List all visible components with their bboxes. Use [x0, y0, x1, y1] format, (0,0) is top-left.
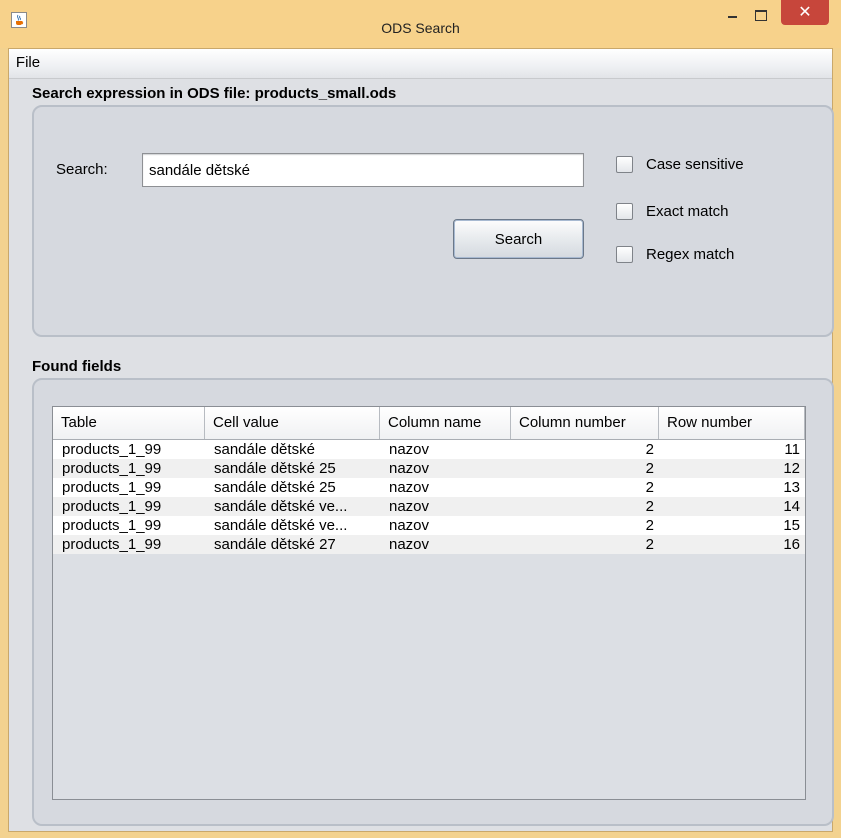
cell-row-number: 12	[783, 460, 800, 477]
cell-column-name: nazov	[389, 460, 430, 477]
maximize-icon	[755, 10, 767, 21]
menu-file[interactable]: File	[9, 49, 47, 77]
search-section-title: Search expression in ODS file: products_…	[32, 85, 397, 102]
cell-row-number: 15	[783, 517, 800, 534]
search-label: Search:	[56, 161, 108, 178]
menu-bar: File	[9, 49, 832, 79]
maximize-button[interactable]	[748, 0, 774, 30]
cell-column-number: 2	[645, 536, 654, 553]
table-row[interactable]: products_1_99 sandále dětské 27 nazov 2 …	[53, 535, 805, 554]
column-header-cell-value[interactable]: Cell value	[205, 407, 380, 439]
column-header-row-number[interactable]: Row number	[659, 407, 805, 439]
cell-row-number: 13	[783, 479, 800, 496]
cell-row-number: 11	[784, 441, 800, 458]
cell-value: sandále dětské 25	[214, 460, 336, 477]
cell-column-name: nazov	[389, 536, 430, 553]
case-sensitive-label: Case sensitive	[646, 156, 744, 173]
cell-value: sandále dětské ve...	[214, 498, 348, 515]
column-header-column-name[interactable]: Column name	[380, 407, 511, 439]
cell-value: sandále dětské 27	[214, 536, 336, 553]
cell-table: products_1_99	[62, 536, 162, 553]
minimize-button[interactable]	[719, 0, 745, 30]
window-title: ODS Search	[381, 20, 460, 36]
cell-table: products_1_99	[62, 498, 162, 515]
checkbox-box[interactable]	[616, 203, 633, 220]
search-input[interactable]	[142, 153, 584, 187]
search-button[interactable]: Search	[453, 219, 584, 259]
cell-value: sandále dětské	[214, 441, 315, 458]
column-header-column-number[interactable]: Column number	[511, 407, 659, 439]
cell-column-name: nazov	[389, 498, 430, 515]
cell-row-number: 16	[783, 536, 800, 553]
cell-value: sandále dětské 25	[214, 479, 336, 496]
results-section-title: Found fields	[32, 358, 122, 375]
exact-match-label: Exact match	[646, 203, 729, 220]
cell-table: products_1_99	[62, 517, 162, 534]
cell-column-number: 2	[645, 498, 654, 515]
column-header-table[interactable]: Table	[53, 407, 205, 439]
close-icon: ✕	[798, 2, 812, 21]
table-row[interactable]: products_1_99 sandále dětské 25 nazov 2 …	[53, 459, 805, 478]
cell-table: products_1_99	[62, 441, 162, 458]
cell-column-number: 2	[645, 460, 654, 477]
cell-value: sandále dětské ve...	[214, 517, 348, 534]
app-window: ODS Search ✕ File Search expression in O…	[0, 0, 841, 838]
cell-column-number: 2	[645, 517, 654, 534]
search-panel	[32, 105, 834, 337]
table-row[interactable]: products_1_99 sandále dětské ve... nazov…	[53, 497, 805, 516]
results-table[interactable]: Table Cell value Column name Column numb…	[52, 406, 806, 800]
cell-column-number: 2	[645, 479, 654, 496]
cell-table: products_1_99	[62, 460, 162, 477]
cell-column-name: nazov	[389, 441, 430, 458]
checkbox-box[interactable]	[616, 156, 633, 173]
cell-table: products_1_99	[62, 479, 162, 496]
cell-row-number: 14	[783, 498, 800, 515]
title-bar[interactable]: ODS Search ✕	[0, 0, 841, 48]
regex-match-label: Regex match	[646, 246, 735, 263]
minimize-icon	[728, 16, 737, 18]
table-header: Table Cell value Column name Column numb…	[53, 407, 805, 440]
cell-column-name: nazov	[389, 517, 430, 534]
checkbox-box[interactable]	[616, 246, 633, 263]
cell-column-name: nazov	[389, 479, 430, 496]
table-row[interactable]: products_1_99 sandále dětské 25 nazov 2 …	[53, 478, 805, 497]
table-row[interactable]: products_1_99 sandále dětské ve... nazov…	[53, 516, 805, 535]
table-row[interactable]: products_1_99 sandále dětské nazov 2 11	[53, 440, 805, 459]
close-button[interactable]: ✕	[781, 0, 829, 25]
cell-column-number: 2	[645, 441, 654, 458]
